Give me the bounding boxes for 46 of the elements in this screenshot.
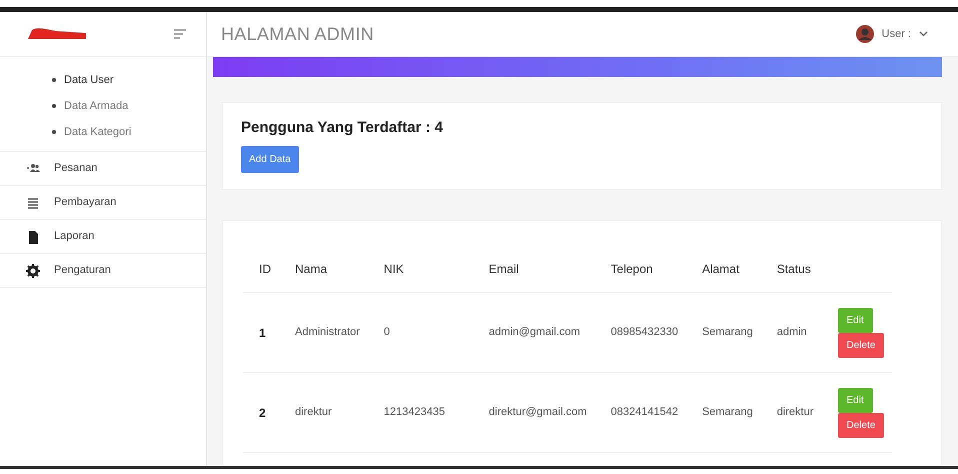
table-cell: admin — [760, 292, 822, 372]
table-cell: 08324141542 — [594, 372, 686, 452]
sidebar-item[interactable]: Pesanan — [54, 160, 98, 177]
table-cell: 08985432330 — [594, 292, 686, 372]
bullet-icon — [52, 130, 56, 134]
bullet-icon — [52, 104, 56, 108]
sidebar-item[interactable]: Laporan — [54, 228, 94, 245]
add-data-button[interactable]: Add Data — [241, 146, 299, 172]
edit-button[interactable]: Edit — [838, 308, 873, 332]
table-cell: direktur@gmail.com — [472, 372, 595, 452]
sidebar-item[interactable]: Pembayaran — [54, 194, 116, 211]
column-header: ID — [243, 246, 279, 292]
table-cell: Administrator — [279, 292, 368, 372]
delete-button[interactable]: Delete — [838, 332, 884, 358]
file-icon — [26, 230, 40, 244]
table-cell: direktur — [760, 372, 822, 452]
sidebar-subitem[interactable]: Data Armada — [64, 98, 128, 114]
table-cell: 0 — [368, 292, 473, 372]
sidebar-subitem[interactable]: Data User — [64, 72, 114, 88]
bus-logo-icon — [26, 27, 88, 41]
edit-button[interactable]: Edit — [838, 388, 873, 412]
table-cell: Semarang — [686, 292, 761, 372]
column-header: Nama — [279, 246, 368, 292]
avatar-icon — [856, 25, 874, 43]
menu-icon[interactable] — [174, 29, 186, 39]
user-menu[interactable]: User : — [882, 26, 911, 42]
column-header: Alamat — [686, 246, 761, 292]
list-icon — [26, 196, 40, 210]
table-cell: admin@gmail.com — [472, 292, 595, 372]
table-cell: direktur — [279, 372, 368, 452]
bullet-icon — [52, 78, 56, 82]
sidebar-subitem[interactable]: Data Kategori — [64, 124, 132, 140]
chevron-down-icon[interactable] — [919, 31, 928, 37]
column-header: NIK — [368, 246, 473, 292]
table-cell: 1213423435 — [368, 372, 473, 452]
column-header: Email — [472, 246, 595, 292]
column-header: Status — [760, 246, 822, 292]
delete-button[interactable]: Delete — [838, 412, 884, 438]
table-cell: 2 — [243, 372, 279, 452]
page-title: HALAMAN ADMIN — [221, 22, 374, 46]
summary-title: Pengguna Yang Terdaftar : 4 — [241, 118, 444, 138]
gear-icon — [26, 264, 40, 278]
column-header: Telepon — [594, 246, 686, 292]
table-cell: Semarang — [686, 372, 761, 452]
table-cell: 1 — [243, 292, 279, 372]
sidebar-item[interactable]: Pengaturan — [54, 262, 111, 279]
